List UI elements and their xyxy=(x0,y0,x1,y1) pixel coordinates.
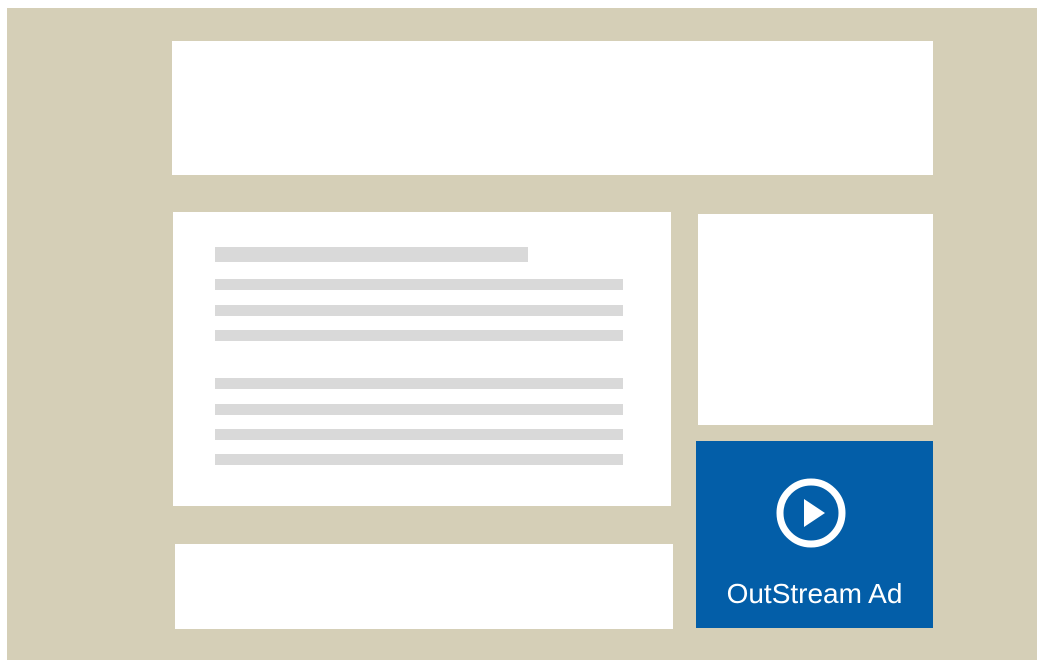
sidebar-placeholder xyxy=(698,214,933,425)
text-line-placeholder xyxy=(215,404,623,415)
article-title-placeholder xyxy=(215,247,528,262)
header-placeholder xyxy=(172,41,933,175)
text-line-placeholder xyxy=(215,305,623,316)
text-line-placeholder xyxy=(215,330,623,341)
text-line-placeholder xyxy=(215,279,623,290)
play-circle-icon[interactable] xyxy=(775,477,847,549)
text-line-placeholder xyxy=(215,429,623,440)
ad-label: OutStream Ad xyxy=(726,578,903,609)
text-line-placeholder xyxy=(215,454,623,465)
text-line-placeholder xyxy=(215,378,623,389)
footer-placeholder xyxy=(175,544,673,629)
